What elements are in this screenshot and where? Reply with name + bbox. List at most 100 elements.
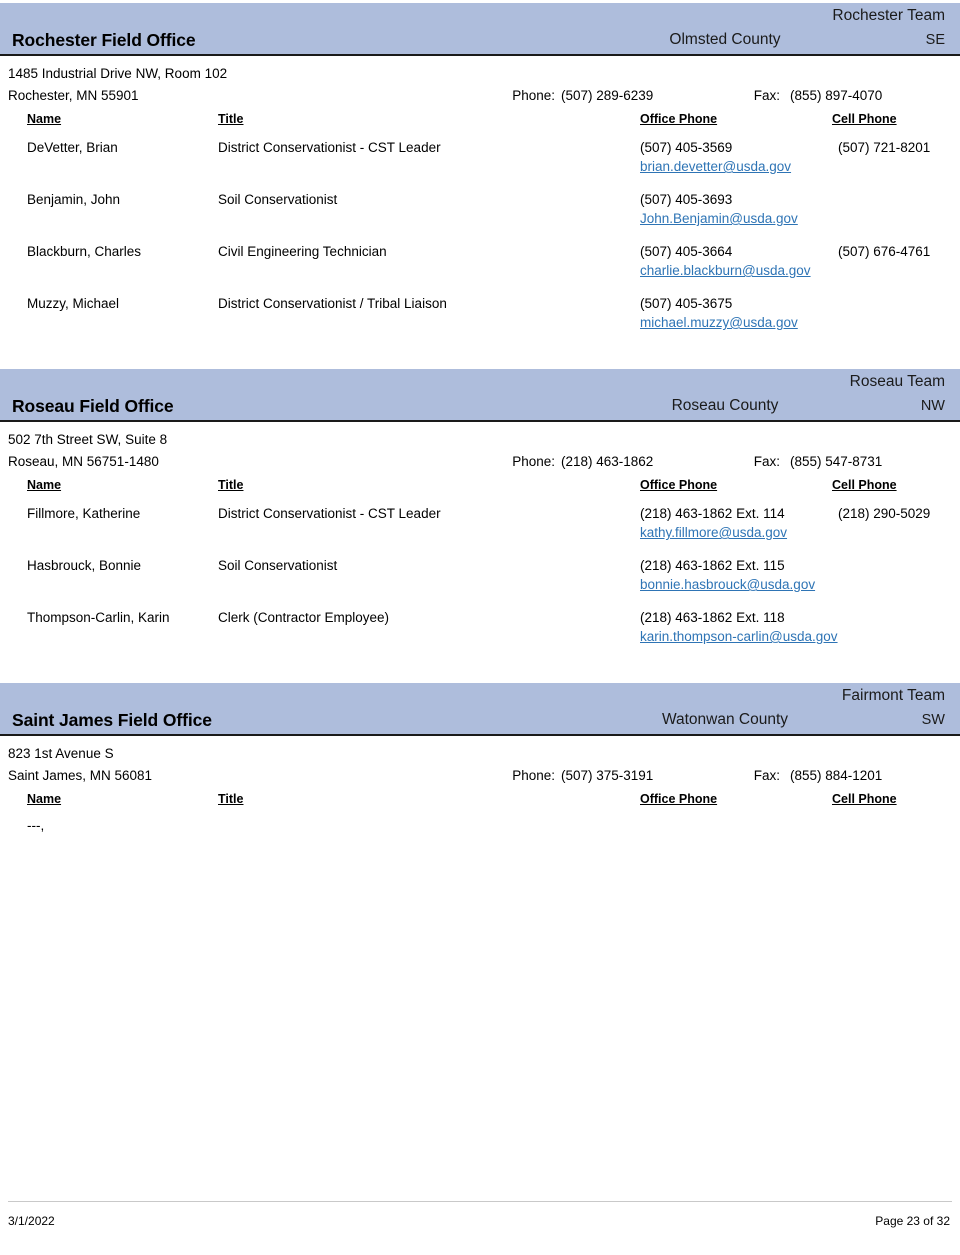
office-fax-value: (855) 884-1201: [790, 768, 883, 783]
staff-office-phone: (507) 405-3675: [640, 296, 733, 311]
footer-date: 3/1/2022: [8, 1214, 55, 1228]
office-street-address: 502 7th Street SW, Suite 8: [8, 432, 168, 447]
office-city-state-zip: Saint James, MN 56081: [8, 768, 153, 783]
column-header-title: Title: [218, 478, 244, 492]
office-title: Roseau Field Office: [12, 396, 174, 416]
staff-email-wrap: kathy.fillmore@usda.gov: [640, 523, 787, 542]
staff-email-wrap: brian.devetter@usda.gov: [640, 157, 791, 176]
staff-name: Blackburn, Charles: [27, 244, 142, 259]
column-header-name: Name: [27, 792, 62, 806]
column-header-title: Title: [218, 792, 244, 806]
office-section: Roseau Field Office Roseau Team Roseau Cou…: [0, 369, 960, 680]
staff-email-link[interactable]: michael.muzzy@usda.gov: [640, 315, 798, 330]
office-address-block: 502 7th Street SW, Suite 8 Roseau, MN 567…: [0, 422, 960, 474]
staff-email-link[interactable]: karin.thompson-carlin@usda.gov: [640, 629, 838, 644]
office-address-block: 1485 Industrial Drive NW, Room 102 Roches…: [0, 56, 960, 108]
column-header-name: Name: [27, 112, 62, 126]
staff-email-wrap: John.Benjamin@usda.gov: [640, 209, 798, 228]
staff-email-wrap: michael.muzzy@usda.gov: [640, 313, 798, 332]
office-section: Saint James Field Office Fairmont Team Wat…: [0, 683, 960, 890]
staff-title: Clerk (Contractor Employee): [218, 610, 390, 625]
staff-table: Name Title Office Phone Cell Phone DeVetter,…: [0, 110, 960, 344]
office-fax-label: Fax:: [753, 768, 780, 783]
staff-email-link[interactable]: brian.devetter@usda.gov: [640, 159, 791, 174]
office-phone-value: (507) 289-6239: [561, 88, 654, 103]
office-city-state-zip: Roseau, MN 56751-1480: [8, 454, 159, 469]
office-team-label: Rochester Team: [832, 7, 945, 24]
staff-name: Fillmore, Katherine: [27, 506, 141, 521]
staff-name: ---,: [27, 818, 45, 833]
staff-name: DeVetter, Brian: [27, 140, 118, 155]
document-page: Rochester Field Office Rochester Team Olms…: [0, 0, 960, 1255]
staff-email-link[interactable]: kathy.fillmore@usda.gov: [640, 525, 787, 540]
column-header-office-phone: Office Phone: [640, 478, 718, 492]
staff-office-phone: (507) 405-3693: [640, 192, 733, 207]
staff-row: DeVetter, Brian District Conservationist …: [0, 136, 960, 188]
office-title: Saint James Field Office: [12, 710, 212, 730]
office-header-band: Rochester Field Office Rochester Team Olms…: [0, 3, 960, 56]
office-phone-label: Phone:: [512, 768, 555, 783]
staff-table-header-row: Name Title Office Phone Cell Phone: [0, 790, 960, 816]
staff-office-phone: (507) 405-3569: [640, 140, 733, 155]
office-team-label: Fairmont Team: [841, 687, 945, 704]
staff-table: Name Title Office Phone Cell Phone ---,: [0, 790, 960, 868]
staff-row: ---,: [0, 816, 960, 868]
office-section: Rochester Field Office Rochester Team Olms…: [0, 3, 960, 366]
office-fax-value: (855) 547-8731: [790, 454, 883, 469]
column-header-cell-phone: Cell Phone: [832, 792, 897, 806]
office-header-band: Roseau Field Office Roseau Team Roseau Cou…: [0, 369, 960, 422]
office-region-label: SE: [925, 32, 945, 48]
office-region-label: NW: [920, 398, 945, 414]
staff-title: District Conservationist / Tribal Liaiso…: [218, 296, 447, 311]
staff-name: Thompson-Carlin, Karin: [27, 610, 170, 625]
office-county-label: Watonwan County: [661, 711, 789, 728]
office-header-band: Saint James Field Office Fairmont Team Wat…: [0, 683, 960, 736]
column-header-cell-phone: Cell Phone: [832, 112, 897, 126]
staff-table: Name Title Office Phone Cell Phone Fillmore,…: [0, 476, 960, 658]
footer-divider: [8, 1201, 952, 1202]
staff-row: Benjamin, John Soil Conservationist (507) …: [0, 188, 960, 240]
staff-cell-phone: (218) 290-5029: [838, 506, 931, 521]
office-fax-label: Fax:: [753, 88, 780, 103]
column-header-office-phone: Office Phone: [640, 792, 718, 806]
staff-row: Fillmore, Katherine District Conservation…: [0, 502, 960, 554]
staff-office-phone: (507) 405-3664: [640, 244, 733, 259]
staff-table-header-row: Name Title Office Phone Cell Phone: [0, 476, 960, 502]
office-county-label: Roseau County: [671, 397, 779, 414]
office-phone-value: (218) 463-1862: [561, 454, 654, 469]
staff-name: Muzzy, Michael: [27, 296, 120, 311]
column-header-office-phone: Office Phone: [640, 112, 718, 126]
staff-office-phone: (218) 463-1862 Ext. 114: [640, 506, 785, 521]
staff-cell-phone: (507) 721-8201: [838, 140, 931, 155]
column-header-name: Name: [27, 478, 62, 492]
office-title: Rochester Field Office: [12, 30, 196, 50]
staff-row: Hasbrouck, Bonnie Soil Conservationist (21…: [0, 554, 960, 606]
office-phone-value: (507) 375-3191: [561, 768, 654, 783]
office-fax-value: (855) 897-4070: [790, 88, 883, 103]
staff-row: Muzzy, Michael District Conservationist /…: [0, 292, 960, 344]
staff-email-link[interactable]: charlie.blackburn@usda.gov: [640, 263, 811, 278]
office-list: Rochester Field Office Rochester Team Olms…: [0, 3, 960, 890]
office-team-label: Roseau Team: [849, 373, 945, 390]
footer-page-number: Page 23 of 32: [875, 1214, 950, 1228]
staff-name: Hasbrouck, Bonnie: [27, 558, 142, 573]
staff-name: Benjamin, John: [27, 192, 121, 207]
staff-title: District Conservationist - CST Leader: [218, 506, 441, 521]
staff-row: Blackburn, Charles Civil Engineering Tech…: [0, 240, 960, 292]
office-fax-label: Fax:: [753, 454, 780, 469]
staff-email-link[interactable]: John.Benjamin@usda.gov: [640, 211, 798, 226]
staff-email-wrap: bonnie.hasbrouck@usda.gov: [640, 575, 815, 594]
staff-email-wrap: charlie.blackburn@usda.gov: [640, 261, 811, 280]
staff-title: Soil Conservationist: [218, 558, 338, 573]
staff-title: Civil Engineering Technician: [218, 244, 387, 259]
staff-email-link[interactable]: bonnie.hasbrouck@usda.gov: [640, 577, 815, 592]
staff-email-wrap: karin.thompson-carlin@usda.gov: [640, 627, 838, 646]
staff-cell-phone: (507) 676-4761: [838, 244, 931, 259]
staff-office-phone: (218) 463-1862 Ext. 115: [640, 558, 785, 573]
column-header-title: Title: [218, 112, 244, 126]
office-region-label: SW: [921, 712, 945, 728]
office-phone-label: Phone:: [512, 454, 555, 469]
